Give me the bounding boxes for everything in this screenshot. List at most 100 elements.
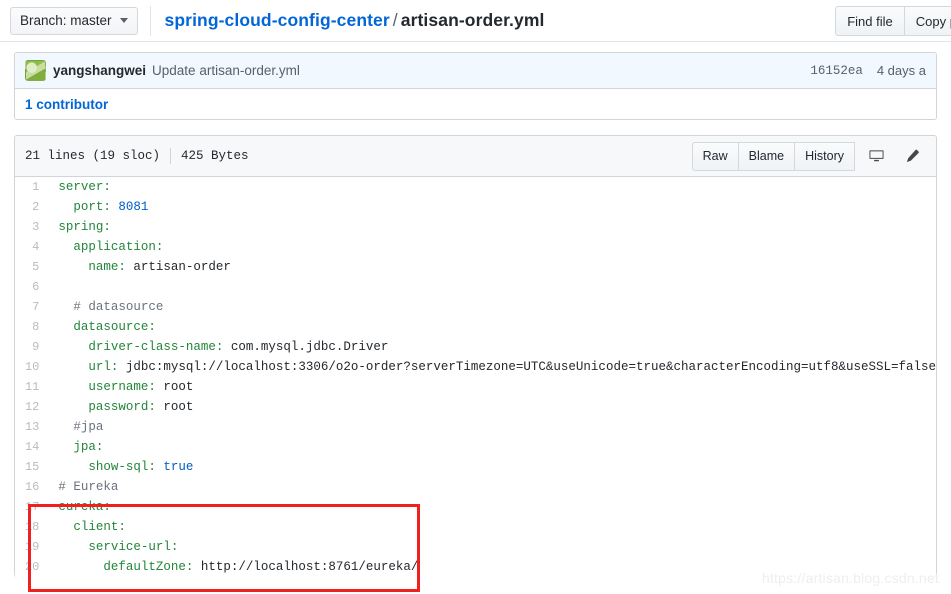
- line-number[interactable]: 4: [15, 237, 49, 257]
- commit-message[interactable]: Update artisan-order.yml: [152, 63, 300, 78]
- breadcrumb-separator: /: [392, 10, 398, 30]
- line-number[interactable]: 19: [15, 537, 49, 557]
- contributors-row: 1 contributor: [15, 89, 936, 119]
- code-line: 14 jpa:: [15, 437, 936, 457]
- code-token: #jpa: [58, 420, 104, 434]
- line-number[interactable]: 13: [15, 417, 49, 437]
- line-content: client:: [49, 517, 936, 537]
- line-content: url: jdbc:mysql://localhost:3306/o2o-ord…: [49, 357, 936, 377]
- find-file-button[interactable]: Find file: [835, 6, 905, 36]
- file-size: 425 Bytes: [181, 149, 249, 163]
- code-token: defaultZone:: [58, 560, 201, 574]
- line-number[interactable]: 18: [15, 517, 49, 537]
- line-number[interactable]: 16: [15, 477, 49, 497]
- line-number[interactable]: 11: [15, 377, 49, 397]
- breadcrumb: spring-cloud-config-center / artisan-order…: [165, 10, 545, 31]
- code-line: 16 # Eureka: [15, 477, 936, 497]
- line-number[interactable]: 15: [15, 457, 49, 477]
- code-line: 15 show-sql: true: [15, 457, 936, 477]
- code-line: 6: [15, 277, 936, 297]
- code-line: 18 client:: [15, 517, 936, 537]
- line-number[interactable]: 6: [15, 277, 49, 297]
- line-content: port: 8081: [49, 197, 936, 217]
- code-line: 12 password: root: [15, 397, 936, 417]
- code-line: 8 datasource:: [15, 317, 936, 337]
- code-token: eureka:: [58, 500, 111, 514]
- chevron-down-icon: [119, 18, 128, 23]
- commit-meta: 16152ea 4 days a: [810, 63, 926, 78]
- pencil-icon[interactable]: [897, 143, 927, 170]
- code-token: port:: [58, 200, 119, 214]
- code-token: jdbc:mysql://localhost:3306/o2o-order?se…: [125, 360, 936, 374]
- line-content: name: artisan-order: [49, 257, 936, 277]
- code-token: # Eureka: [58, 480, 119, 494]
- code-token: root: [163, 380, 194, 394]
- line-number[interactable]: 17: [15, 497, 49, 517]
- line-content: password: root: [49, 397, 936, 417]
- code-token: server:: [58, 180, 111, 194]
- code-line: 10 url: jdbc:mysql://localhost:3306/o2o-…: [15, 357, 936, 377]
- line-content: eureka:: [49, 497, 936, 517]
- copy-path-button[interactable]: Copy path: [904, 6, 951, 36]
- breadcrumb-repo-link[interactable]: spring-cloud-config-center: [165, 10, 390, 30]
- code-token: http://localhost:8761/eureka/: [200, 560, 419, 574]
- branch-selector-label: Branch: master: [20, 13, 112, 28]
- code-token: show-sql:: [58, 460, 164, 474]
- code-token: application:: [58, 240, 164, 254]
- code-line: 7 # datasource: [15, 297, 936, 317]
- code-token: true: [163, 460, 194, 474]
- code-line: 3 spring:: [15, 217, 936, 237]
- line-number[interactable]: 10: [15, 357, 49, 377]
- code-line: 9 driver-class-name: com.mysql.jdbc.Driv…: [15, 337, 936, 357]
- code-token: 8081: [118, 200, 149, 214]
- blame-button[interactable]: Blame: [738, 141, 796, 171]
- file-code-view: 1 server: 2 port: 8081 3 spring: 4 applicatio…: [15, 177, 936, 577]
- divider: [149, 5, 151, 36]
- history-button[interactable]: History: [795, 141, 855, 171]
- line-content: [49, 277, 936, 297]
- code-line: 11 username: root: [15, 377, 936, 397]
- line-number[interactable]: 5: [15, 257, 49, 277]
- code-token: jpa:: [58, 440, 104, 454]
- breadcrumb-file-name: artisan-order.yml: [400, 10, 545, 30]
- open-in-desktop-icon[interactable]: [861, 143, 891, 170]
- line-number[interactable]: 20: [15, 557, 49, 577]
- line-number[interactable]: 3: [15, 217, 49, 237]
- file-navigation-bar: Branch: master spring-cloud-config-cente…: [0, 0, 951, 42]
- file-action-buttons: Raw Blame History: [691, 141, 927, 171]
- line-number[interactable]: 12: [15, 397, 49, 417]
- code-token: password:: [58, 400, 164, 414]
- code-line: 19 service-url:: [15, 537, 936, 557]
- line-content: # Eureka: [49, 477, 936, 497]
- commit-author-link[interactable]: yangshangwei: [53, 63, 146, 78]
- code-token: artisan-order: [133, 260, 231, 274]
- code-line: 1 server:: [15, 177, 936, 197]
- code-token: username:: [58, 380, 164, 394]
- code-token: com.mysql.jdbc.Driver: [230, 340, 389, 354]
- commit-sha[interactable]: 16152ea: [810, 64, 863, 78]
- line-content: # datasource: [49, 297, 936, 317]
- file-header-bar: 21 lines (19 sloc) 425 Bytes Raw Blame H…: [15, 136, 936, 177]
- avatar: [25, 60, 46, 81]
- line-content: jpa:: [49, 437, 936, 457]
- line-content: driver-class-name: com.mysql.jdbc.Driver: [49, 337, 936, 357]
- line-number[interactable]: 7: [15, 297, 49, 317]
- line-content: datasource:: [49, 317, 936, 337]
- line-number[interactable]: 8: [15, 317, 49, 337]
- raw-button[interactable]: Raw: [691, 141, 739, 171]
- code-line: 5 name: artisan-order: [15, 257, 936, 277]
- line-content: username: root: [49, 377, 936, 397]
- line-number[interactable]: 14: [15, 437, 49, 457]
- contributors-link[interactable]: 1 contributor: [25, 97, 108, 112]
- line-number[interactable]: 1: [15, 177, 49, 197]
- line-content: application:: [49, 237, 936, 257]
- code-line: 17 eureka:: [15, 497, 936, 517]
- branch-selector-button[interactable]: Branch: master: [10, 6, 138, 35]
- line-number[interactable]: 9: [15, 337, 49, 357]
- code-token: spring:: [58, 220, 111, 234]
- line-number[interactable]: 2: [15, 197, 49, 217]
- divider: [170, 148, 172, 164]
- file-panel: 21 lines (19 sloc) 425 Bytes Raw Blame H…: [14, 135, 937, 577]
- watermark-text: https://artisan.blog.csdn.net: [761, 570, 939, 586]
- code-line: 4 application:: [15, 237, 936, 257]
